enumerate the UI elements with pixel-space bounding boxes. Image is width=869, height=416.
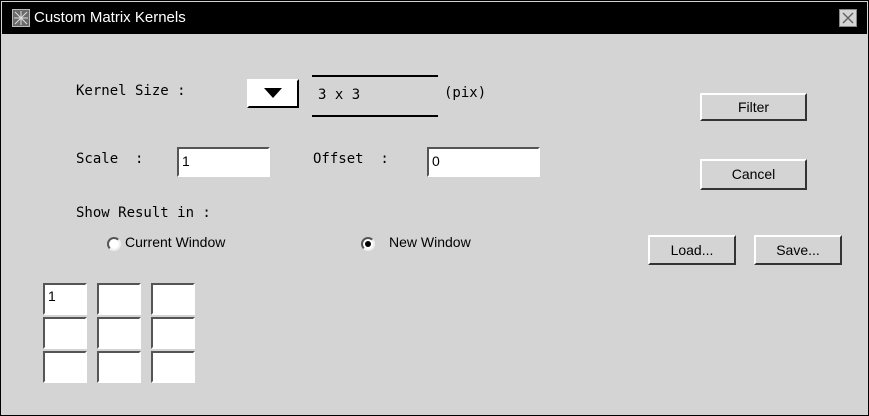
show-result-label: Show Result in :: [76, 205, 211, 221]
offset-label: Offset :: [313, 151, 389, 167]
kernel-size-label: Kernel Size :: [76, 83, 186, 99]
radio-new-window[interactable]: [361, 237, 375, 251]
custom-matrix-kernels-dialog: Custom Matrix Kernels Kernel Size : 3 x …: [0, 0, 869, 416]
filter-button[interactable]: Filter: [700, 93, 807, 121]
title-bar[interactable]: Custom Matrix Kernels: [2, 2, 867, 34]
close-icon[interactable]: [839, 9, 857, 27]
scale-label: Scale :: [76, 151, 144, 167]
matrix-cell-0-1[interactable]: [97, 283, 141, 315]
chevron-down-icon: [264, 88, 282, 98]
matrix-cell-2-0[interactable]: [43, 351, 87, 383]
matrix-cell-2-2[interactable]: [151, 351, 195, 383]
matrix-cell-1-1[interactable]: [97, 317, 141, 349]
matrix-cell-1-2[interactable]: [151, 317, 195, 349]
kernel-size-unit: (pix): [444, 85, 487, 101]
save-button[interactable]: Save...: [754, 235, 842, 265]
matrix-cell-0-0[interactable]: 1: [43, 283, 87, 315]
radio-new-window-label: New Window: [389, 234, 471, 250]
kernel-size-value[interactable]: 3 x 3: [312, 75, 438, 117]
kernel-size-value-text: 3 x 3: [318, 87, 361, 103]
offset-input[interactable]: 0: [427, 147, 540, 177]
kernel-size-dropdown-button[interactable]: [247, 79, 299, 108]
matrix-cell-1-0[interactable]: [43, 317, 87, 349]
scale-input[interactable]: 1: [177, 147, 270, 177]
load-button[interactable]: Load...: [648, 235, 736, 265]
matrix-cell-0-2[interactable]: [151, 283, 195, 315]
radio-current-window[interactable]: [107, 237, 121, 251]
matrix-cell-2-1[interactable]: [97, 351, 141, 383]
cancel-button[interactable]: Cancel: [700, 159, 807, 190]
app-icon: [12, 9, 30, 27]
radio-current-window-label: Current Window: [125, 234, 226, 250]
window-title: Custom Matrix Kernels: [34, 9, 186, 26]
